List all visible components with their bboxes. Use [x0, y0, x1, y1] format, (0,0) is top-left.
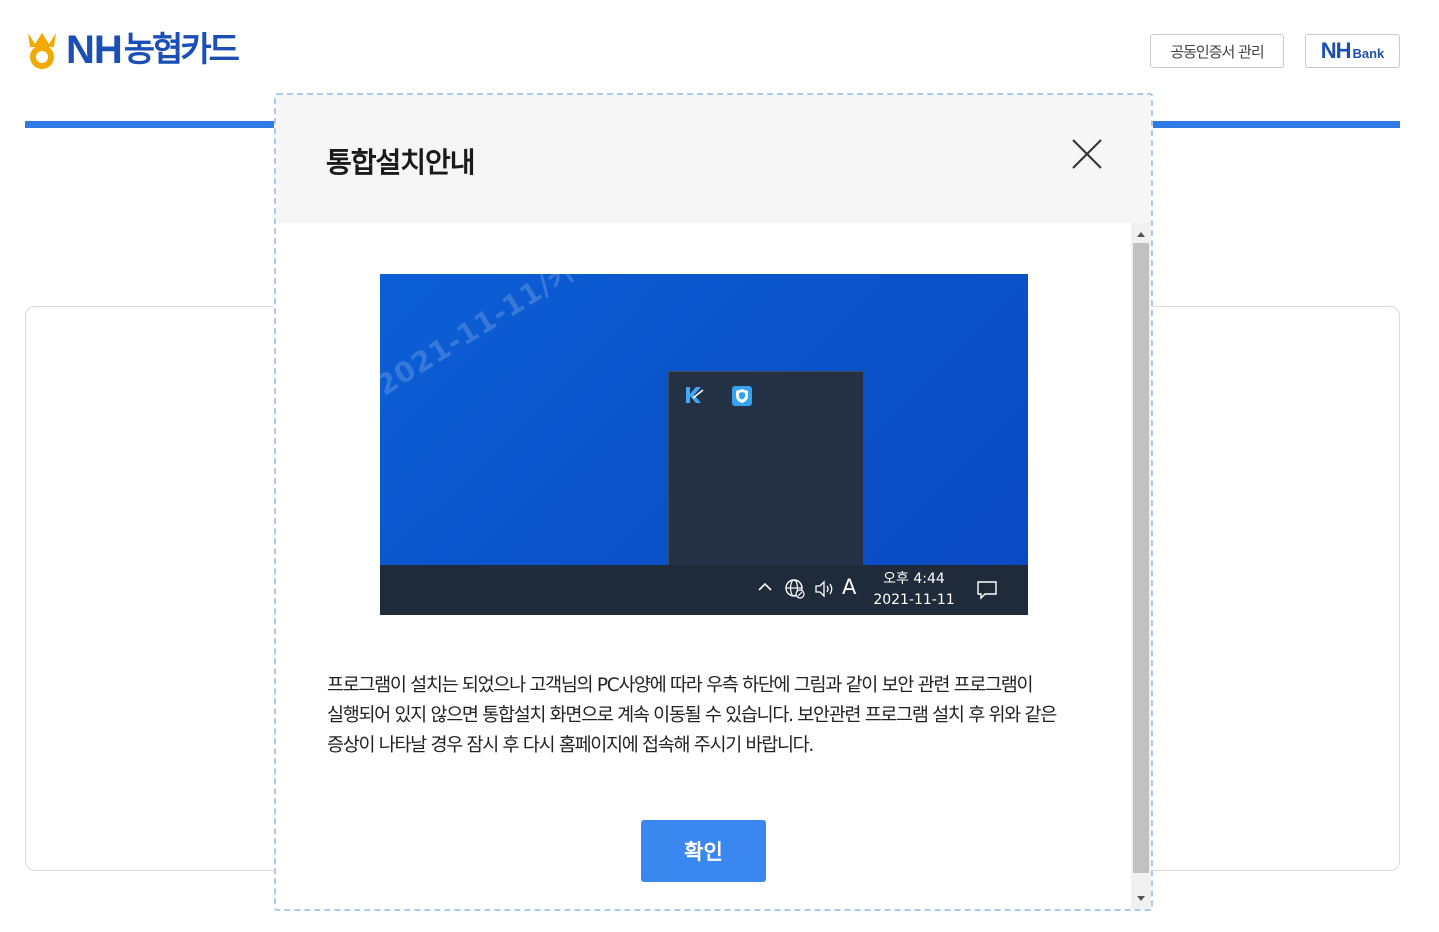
certificate-management-button[interactable]: 공동인증서 관리	[1150, 34, 1284, 68]
nh-bank-logo-nh: NH	[1320, 38, 1352, 63]
ime-indicator: A	[842, 575, 857, 599]
modal-title: 통합설치안내	[326, 146, 476, 179]
taskbar-clock: 오후 4:44 2021-11-11	[868, 569, 960, 611]
logo-text-nh: NH	[66, 28, 123, 72]
install-guide-modal: 통합설치안내 2021-11-11/카드 플랫폼사업부 A 오후 4:44 20…	[274, 93, 1153, 911]
install-guide-description: 프로그램이 설치는 되었으나 고객님의 PC사양에 따라 우측 하단에 그림과 …	[327, 675, 1057, 756]
k-security-icon	[686, 387, 704, 403]
tray-guide-illustration: 2021-11-11/카드 플랫폼사업부 A 오후 4:44 2021-11-1…	[380, 274, 1028, 615]
notification-center-icon	[977, 581, 997, 600]
scroll-up-arrow-icon[interactable]	[1131, 225, 1151, 243]
nh-logo-mark-icon	[28, 33, 56, 69]
modal-header: 통합설치안내	[276, 95, 1151, 223]
confirm-button[interactable]: 확인	[641, 820, 766, 882]
logo-text-korean: 농협카드	[123, 30, 240, 70]
volume-icon	[815, 580, 833, 598]
tray-overflow-popup	[668, 371, 864, 567]
clock-time: 오후 4:44	[883, 571, 945, 587]
close-icon[interactable]	[1070, 137, 1104, 171]
modal-body: 2021-11-11/카드 플랫폼사업부 A 오후 4:44 2021-11-1…	[276, 223, 1131, 909]
modal-scrollbar[interactable]	[1131, 223, 1151, 909]
nh-bank-logo-bank: Bank	[1352, 45, 1385, 61]
clock-date: 2021-11-11	[873, 592, 955, 608]
scrollbar-thumb[interactable]	[1133, 243, 1149, 873]
nh-card-logo[interactable]: NH 농협카드	[24, 28, 240, 72]
shield-icon	[732, 386, 752, 406]
certificate-management-label: 공동인증서 관리	[1170, 42, 1264, 61]
chevron-up-icon	[758, 582, 772, 591]
confirm-button-label: 확인	[684, 840, 723, 864]
nh-bank-link[interactable]: NH Bank	[1305, 34, 1400, 68]
network-globe-icon	[785, 579, 805, 599]
scroll-down-arrow-icon[interactable]	[1131, 889, 1151, 907]
windows-taskbar: A 오후 4:44 2021-11-11	[380, 565, 1028, 615]
